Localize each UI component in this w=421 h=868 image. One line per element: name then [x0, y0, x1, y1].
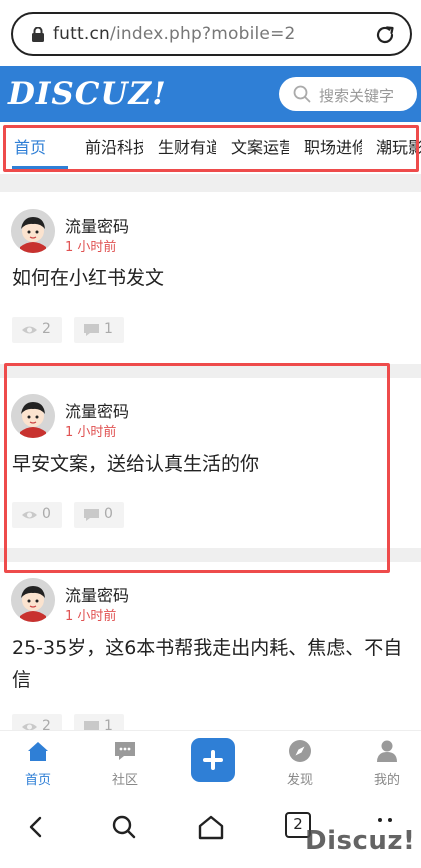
- views-count: 2: [42, 321, 51, 337]
- discuz-logo[interactable]: DISCUZ!: [8, 76, 167, 112]
- compass-icon: [289, 740, 311, 762]
- nav-mine[interactable]: 我的: [352, 731, 421, 793]
- post-author[interactable]: 流量密码: [65, 213, 129, 237]
- post-author[interactable]: 流量密码: [65, 582, 129, 606]
- nav-discover-label: 发现: [286, 773, 313, 788]
- post-title[interactable]: 25-35岁，这6本书帮我走出内耗、焦虑、不自信: [12, 632, 412, 696]
- comment-icon: [84, 324, 99, 336]
- address-bar[interactable]: futt.cn/index.php?mobile=2: [11, 12, 412, 56]
- search-placeholder: 搜索关键字: [319, 87, 395, 105]
- url-text: futt.cn/index.php?mobile=2: [53, 24, 296, 44]
- url-path: /index.php?mobile=2: [110, 24, 296, 44]
- avatar[interactable]: [11, 578, 55, 622]
- avatar-face-icon: [11, 209, 55, 253]
- divider: [0, 174, 421, 192]
- plus-icon-vertical: [211, 750, 215, 770]
- post-highlight-box: [4, 363, 390, 573]
- home-icon: [28, 742, 48, 761]
- nav-home-label: 首页: [24, 773, 51, 788]
- back-icon[interactable]: [22, 812, 52, 842]
- browser-address-bar-area: futt.cn/index.php?mobile=2: [0, 0, 421, 66]
- replies-count: 1: [104, 321, 113, 337]
- search-icon[interactable]: [109, 812, 139, 842]
- search-box[interactable]: 搜索关键字: [279, 77, 417, 111]
- eye-icon: [22, 326, 37, 334]
- nav-home[interactable]: 首页: [3, 731, 73, 793]
- replies-stat: 1: [74, 317, 124, 343]
- url-host: futt.cn: [53, 24, 111, 44]
- new-post-button[interactable]: [191, 738, 235, 782]
- tabs-highlight-box: [3, 125, 419, 172]
- user-icon: [377, 740, 397, 762]
- post-title[interactable]: 如何在小红书发文: [12, 262, 412, 294]
- nav-mine-label: 我的: [373, 773, 400, 788]
- discuz-watermark: Discuz!: [305, 826, 416, 856]
- site-header: DISCUZ! 搜索关键字: [0, 66, 421, 122]
- nav-community-label: 社区: [111, 773, 138, 788]
- avatar[interactable]: [11, 209, 55, 253]
- post-item[interactable]: 流量密码 1 小时前 如何在小红书发文 2 1: [0, 192, 421, 364]
- chat-icon: [115, 742, 135, 760]
- home-icon[interactable]: [196, 812, 226, 842]
- nav-discover[interactable]: 发现: [265, 731, 335, 793]
- post-time: 1 小时前: [65, 609, 117, 624]
- post-item[interactable]: 流量密码 1 小时前 25-35岁，这6本书帮我走出内耗、焦虑、不自信 2 1: [0, 562, 421, 740]
- search-icon: [293, 85, 311, 103]
- views-stat: 2: [12, 317, 62, 343]
- avatar-face-icon: [11, 578, 55, 622]
- reload-icon[interactable]: [374, 24, 396, 46]
- nav-community[interactable]: 社区: [90, 731, 160, 793]
- post-time: 1 小时前: [65, 240, 117, 255]
- lock-icon: [32, 27, 44, 42]
